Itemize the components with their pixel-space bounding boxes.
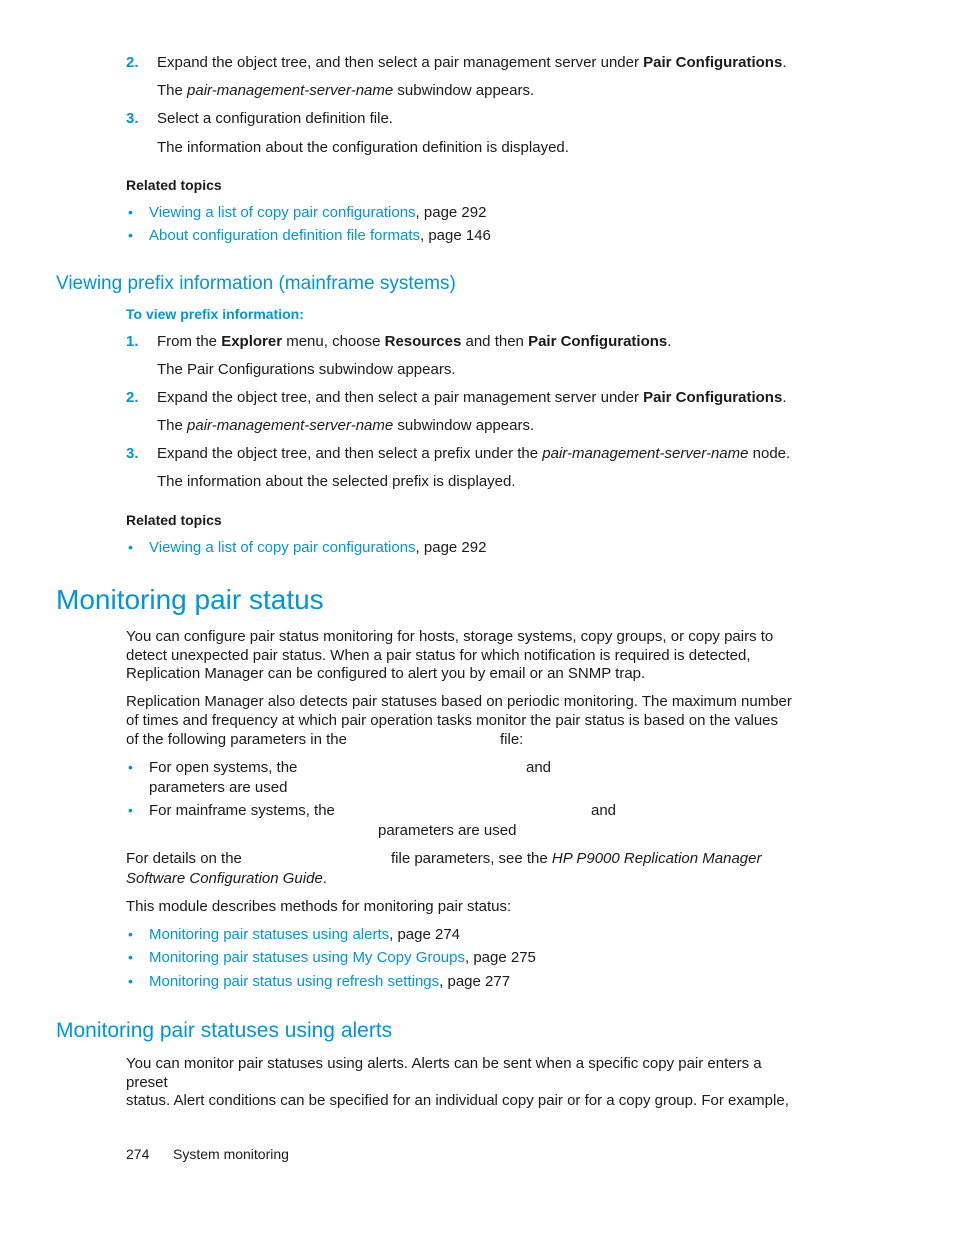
bullet-text: For mainframe systems, the — [149, 802, 335, 819]
ui-term: Explorer — [221, 333, 283, 350]
page-ref: , page 292 — [415, 539, 487, 556]
ui-term: Pair Configurations — [643, 54, 783, 71]
step-number: 1. — [126, 333, 139, 350]
text-line: of times and frequency at which pair ope… — [126, 711, 779, 729]
step-text: Select a configuration definition file. — [157, 110, 393, 127]
text-line: You can configure pair status monitoring… — [126, 628, 774, 645]
module-item: Monitoring pair statuses using My Copy G… — [149, 949, 536, 966]
result-text: The — [157, 417, 188, 434]
module-intro: This module describes methods for monito… — [126, 898, 512, 915]
step-result: The information about the selected prefi… — [157, 473, 516, 490]
module-link[interactable]: Monitoring pair statuses using alerts — [149, 926, 389, 943]
related-link[interactable]: About configuration definition file form… — [149, 227, 420, 244]
ui-term: Resources — [384, 333, 462, 350]
section-heading: Monitoring pair statuses using alerts — [56, 1019, 393, 1042]
page-ref: , page 292 — [415, 204, 487, 221]
text-line: Replication Manager also detects pair st… — [126, 693, 792, 710]
step-result: The pair-management-server-name subwindo… — [157, 82, 534, 99]
text-line: For details on the — [126, 850, 242, 867]
page-ref: , page 274 — [389, 926, 461, 943]
bullet-icon: • — [128, 204, 133, 220]
bullet-icon: • — [128, 759, 133, 775]
module-link[interactable]: Monitoring pair status using refresh set… — [149, 973, 439, 990]
text-line: Replication Manager can be configured to… — [126, 665, 646, 682]
related-topics-title: Related topics — [126, 512, 222, 528]
page-ref: , page 277 — [439, 973, 511, 990]
step-result: The pair-management-server-name subwindo… — [157, 417, 534, 434]
module-item: Monitoring pair status using refresh set… — [149, 973, 510, 990]
text-line: file parameters, see the HP P9000 Replic… — [391, 850, 762, 867]
step-result: The Pair Configurations subwindow appear… — [157, 361, 456, 378]
page-ref: , page 275 — [464, 949, 536, 966]
step-text-plain: From the — [157, 333, 222, 350]
step-text-plain: node. — [748, 445, 791, 462]
bullet-icon: • — [128, 227, 133, 243]
related-item: About configuration definition file form… — [149, 227, 491, 244]
step-text-plain: . — [782, 389, 787, 406]
related-item: Viewing a list of copy pair configuratio… — [149, 539, 486, 556]
text-line: detect unexpected pair status. When a pa… — [126, 646, 751, 664]
step-text-plain: menu, choose — [282, 333, 385, 350]
related-topics-title: Related topics — [126, 177, 222, 193]
monitoring-paragraph: Replication Manager also detects pair st… — [126, 693, 806, 730]
text-line: Software Configuration Guide. — [126, 870, 327, 887]
bullet-icon: • — [128, 949, 133, 965]
intro-paragraph: You can configure pair status monitoring… — [126, 628, 806, 684]
step-result: The information about the configuration … — [157, 139, 569, 156]
step-text: Expand the object tree, and then select … — [157, 54, 787, 71]
step-text-plain: Expand the object tree, and then select … — [157, 54, 644, 71]
bullet-text: and — [591, 802, 617, 819]
bullet-text: For open systems, the — [149, 759, 298, 776]
related-item: Viewing a list of copy pair configuratio… — [149, 204, 486, 221]
step-text-plain: Expand the object tree, and then select … — [157, 445, 543, 462]
page-ref: , page 146 — [420, 227, 491, 244]
step-number: 3. — [126, 110, 139, 127]
page-number: 274 — [126, 1146, 150, 1162]
book-title: Software Configuration Guide — [126, 870, 323, 887]
step-number: 2. — [126, 389, 139, 406]
text-plain: file parameters, see the — [391, 850, 552, 867]
text-line: of the following parameters in the — [126, 731, 347, 748]
text-plain: . — [322, 870, 327, 887]
bullet-icon: • — [128, 539, 133, 555]
related-link[interactable]: Viewing a list of copy pair configuratio… — [149, 539, 416, 556]
step-text-plain: . — [782, 54, 787, 71]
step-number: 2. — [126, 54, 139, 71]
text-line: file: — [500, 731, 524, 748]
alerts-paragraph: You can monitor pair statuses using aler… — [126, 1055, 806, 1111]
bullet-icon: • — [128, 973, 133, 989]
step-text-plain: and then — [461, 333, 529, 350]
step-text: Expand the object tree, and then select … — [157, 389, 787, 406]
bullet-icon: • — [128, 802, 133, 818]
variable-term: pair-management-server-name — [187, 417, 394, 434]
result-text: The — [157, 82, 188, 99]
page-title: Monitoring pair status — [56, 584, 324, 615]
step-text: Expand the object tree, and then select … — [157, 445, 790, 462]
variable-term: pair-management-server-name — [542, 445, 749, 462]
section-heading: Viewing prefix information (mainframe sy… — [56, 273, 456, 294]
bullet-text: parameters are used — [149, 779, 288, 796]
step-number: 3. — [126, 445, 139, 462]
step-text-plain: Expand the object tree, and then select … — [157, 389, 644, 406]
bullet-icon: • — [128, 926, 133, 942]
bullet-text: parameters are used — [378, 822, 517, 839]
ui-term: Pair Configurations — [528, 333, 668, 350]
text-line: You can monitor pair statuses using aler… — [126, 1055, 762, 1091]
related-link[interactable]: Viewing a list of copy pair configuratio… — [149, 204, 416, 221]
text-line: status. Alert conditions can be specifie… — [126, 1092, 789, 1109]
module-link[interactable]: Monitoring pair statuses using My Copy G… — [149, 949, 465, 966]
module-item: Monitoring pair statuses using alerts, p… — [149, 926, 460, 943]
bullet-text: and — [526, 759, 552, 776]
procedure-title: To view prefix information: — [126, 306, 304, 322]
variable-term: pair-management-server-name — [187, 82, 394, 99]
step-text-plain: . — [667, 333, 672, 350]
book-title: HP P9000 Replication Manager — [551, 850, 762, 867]
result-text: subwindow appears. — [393, 82, 535, 99]
chapter-name: System monitoring — [173, 1146, 289, 1162]
ui-term: Pair Configurations — [643, 389, 783, 406]
step-text: From the Explorer menu, choose Resources… — [157, 333, 671, 350]
result-text: subwindow appears. — [393, 417, 535, 434]
